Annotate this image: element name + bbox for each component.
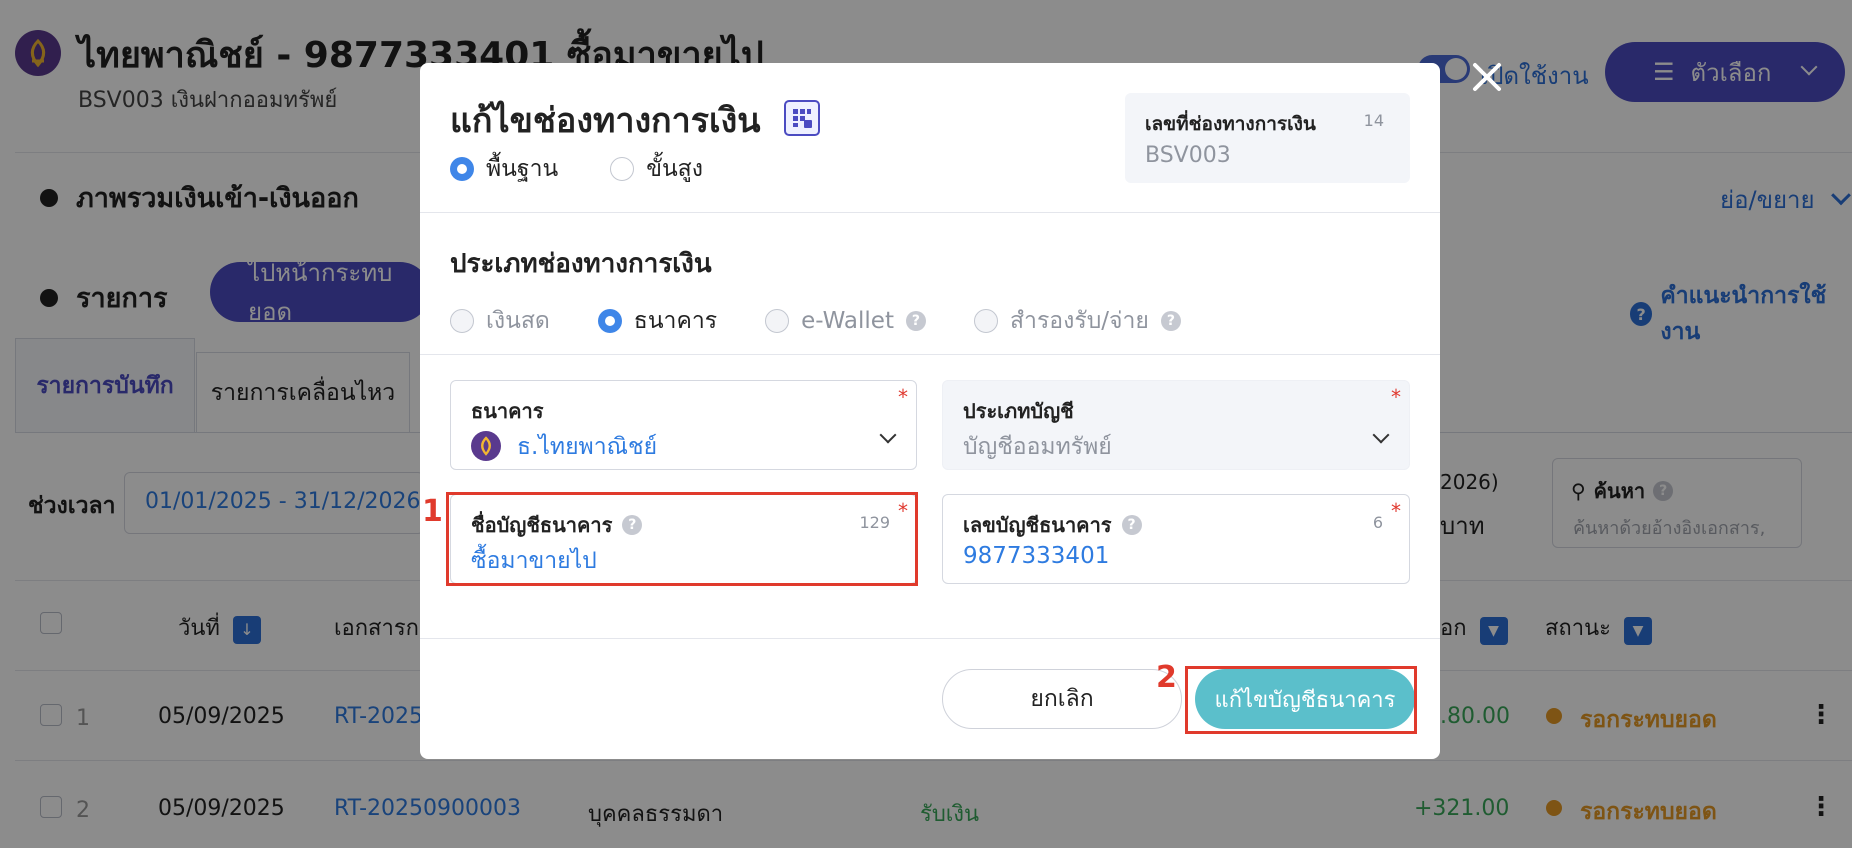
channel-no-value: BSV003 [1145,143,1231,168]
radio-selected-icon[interactable] [597,309,622,333]
help-icon: ? [1121,515,1142,535]
highlight-box-2 [1185,666,1417,734]
radio-selected-icon[interactable] [450,157,474,181]
type-bank-radio[interactable]: ธนาคาร [597,303,717,339]
type-radio-group: เงินสด ธนาคาร e-Wallet? สำรองรับ/จ่าย? [450,303,1181,339]
radio-icon[interactable] [765,309,790,333]
bank-select[interactable]: ธนาคาร * ธ.ไทยพาณิชย์ [450,380,917,470]
radio-icon[interactable] [450,309,474,333]
type-reserve-radio[interactable]: สำรองรับ/จ่าย? [973,303,1181,339]
bank-value: ธ.ไทยพาณิชย์ [517,434,658,460]
account-type-value: บัญชีออมทรัพย์ [963,434,1112,460]
account-number-label: เลขบัญชีธนาคาร? [963,509,1142,541]
channel-no-field: เลขที่ช่องทางการเงิน 14 BSV003 [1125,93,1410,183]
edit-channel-modal: แก้ไขช่องทางการเงิน พื้นฐาน ขั้นสูง เลขท… [420,63,1440,759]
chevron-down-icon [1372,426,1390,444]
bank-grid-icon[interactable] [784,100,820,136]
char-count: 6 [1372,513,1383,532]
mode-radio-group: พื้นฐาน ขั้นสูง [450,151,703,187]
help-icon: ? [1160,311,1181,331]
account-number-input[interactable]: 9877333401 [963,543,1109,569]
account-number-field[interactable]: เลขบัญชีธนาคาร? 6 * 9877333401 [942,494,1410,584]
mode-advanced-radio[interactable]: ขั้นสูง [610,151,703,187]
required-mark: * [1391,385,1401,409]
required-mark: * [1391,499,1401,523]
modal-title: แก้ไขช่องทางการเงิน [450,101,761,141]
type-cash-radio[interactable]: เงินสด [450,303,550,339]
cancel-button[interactable]: ยกเลิก [942,669,1182,729]
scb-logo-icon [471,431,501,461]
bank-label: ธนาคาร [471,399,544,423]
type-section-title: ประเภทช่องทางการเงิน [450,249,712,279]
close-icon[interactable] [1470,60,1504,94]
radio-icon[interactable] [973,309,998,333]
channel-no-label: เลขที่ช่องทางการเงิน [1145,113,1316,135]
annotation-number-2: 2 [1156,660,1177,695]
annotation-number-1: 1 [422,494,443,529]
char-count: 14 [1363,111,1384,130]
radio-icon[interactable] [610,157,635,181]
required-mark: * [898,385,908,409]
chevron-down-icon [879,426,897,444]
highlight-box-1 [446,492,918,586]
account-type-select[interactable]: ประเภทบัญชี * บัญชีออมทรัพย์ [942,380,1410,470]
mode-basic-radio[interactable]: พื้นฐาน [450,151,558,187]
help-icon: ? [905,311,926,331]
account-type-label: ประเภทบัญชี [963,399,1074,423]
type-ewallet-radio[interactable]: e-Wallet? [765,303,926,339]
